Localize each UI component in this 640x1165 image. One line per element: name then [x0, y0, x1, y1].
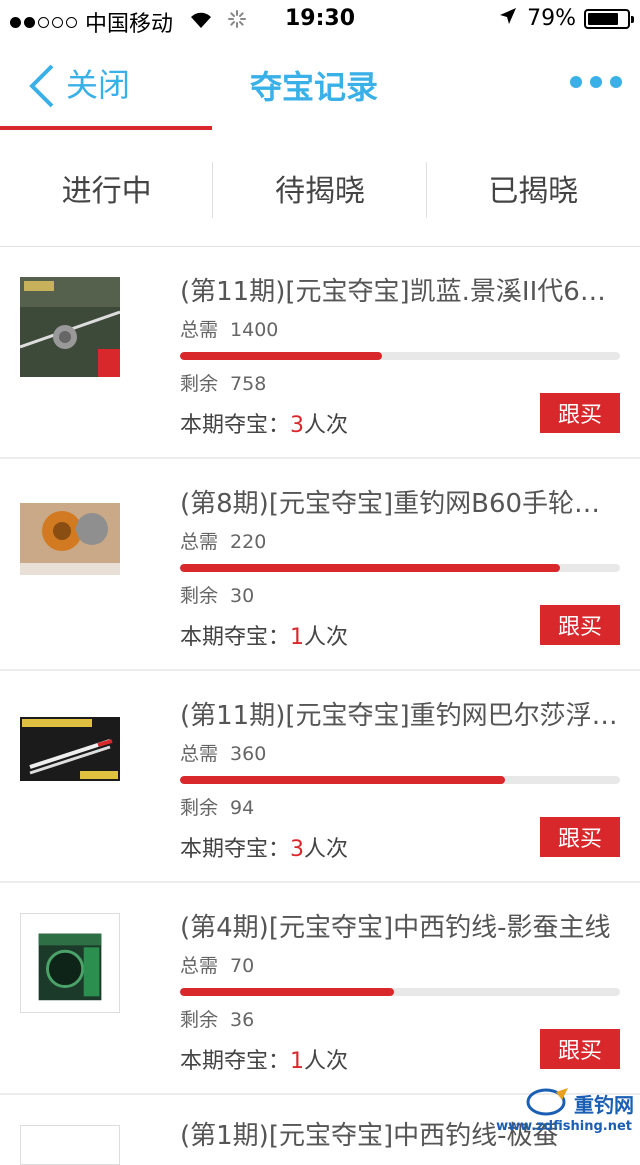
list-item[interactable]: (第8期)[元宝夺宝]重钓网B60手轮渔线轮 总需 220 剩余 30 本期夺宝：1…: [0, 459, 640, 671]
list-item[interactable]: (第4期)[元宝夺宝]中西钓线-影蚕主线 总需 70 剩余 36 本期夺宝：1人次 …: [0, 883, 640, 1095]
remain-row: 剩余 36: [180, 1005, 254, 1032]
item-title[interactable]: (第8期)[元宝夺宝]重钓网B60手轮渔线轮: [180, 483, 620, 520]
progress-fill: [180, 564, 561, 572]
location-arrow-icon: [499, 6, 517, 31]
remain-row: 剩余 94: [180, 793, 254, 820]
battery-level: [588, 12, 619, 25]
count-suffix: 人次: [304, 625, 349, 650]
battery-percent: 79%: [527, 6, 576, 31]
remain-value: 94: [230, 797, 255, 819]
watermark-logo-icon: [526, 1086, 570, 1120]
count-number: 1: [290, 625, 305, 650]
need-label: 总需: [180, 955, 219, 977]
count-prefix: 本期夺宝：: [180, 837, 291, 862]
more-options-button[interactable]: [570, 76, 622, 88]
participation-count: 本期夺宝：1人次: [180, 619, 348, 651]
remain-value: 36: [230, 1009, 255, 1031]
remain-row: 剩余 30: [180, 581, 254, 608]
product-thumbnail[interactable]: [20, 1125, 120, 1165]
item-title[interactable]: (第4期)[元宝夺宝]中西钓线-影蚕主线: [180, 907, 620, 944]
close-label: 关闭: [66, 66, 131, 104]
chevron-left-icon: [28, 64, 56, 112]
site-watermark: 重钓网: [526, 1086, 634, 1120]
count-prefix: 本期夺宝：: [180, 413, 291, 438]
tab-in-progress[interactable]: 进行中: [0, 130, 214, 246]
need-value: 70: [230, 955, 255, 977]
count-suffix: 人次: [304, 1049, 349, 1074]
battery-icon: [584, 8, 634, 29]
tab-bar: 进行中 待揭晓 已揭晓: [0, 130, 640, 247]
participation-count: 本期夺宝：1人次: [180, 1043, 348, 1075]
status-bar: 中国移动 19:30 79%: [0, 0, 640, 40]
product-thumbnail-float-set[interactable]: [20, 701, 120, 801]
tab-revealed[interactable]: 已揭晓: [427, 130, 640, 246]
count-number: 3: [290, 837, 305, 862]
progress-bar: [180, 352, 620, 360]
need-row: 总需 220: [180, 527, 266, 554]
count-number: 1: [290, 1049, 305, 1074]
watermark-url: www.zdfishing.net: [496, 1119, 632, 1134]
item-title[interactable]: (第11期)[元宝夺宝]重钓网巴尔莎浮漂套装: [180, 695, 620, 732]
count-number: 3: [290, 413, 305, 438]
remain-label: 剩余: [180, 1009, 219, 1031]
need-label: 总需: [180, 531, 219, 553]
watermark-name: 重钓网: [574, 1092, 634, 1117]
back-button[interactable]: 关闭: [28, 60, 131, 108]
count-suffix: 人次: [304, 837, 349, 862]
need-value: 1400: [230, 319, 279, 341]
remain-row: 剩余 758: [180, 369, 266, 396]
navigation-bar: 关闭 夺宝记录: [0, 40, 640, 130]
need-label: 总需: [180, 743, 219, 765]
need-label: 总需: [180, 319, 219, 341]
tab-pending-reveal[interactable]: 待揭晓: [213, 130, 427, 246]
page-title: 夺宝记录: [250, 68, 379, 106]
need-row: 总需 1400: [180, 315, 278, 342]
record-list: (第11期)[元宝夺宝]凯蓝.景溪II代6米3.6米调... 总需 1400 剩余…: [0, 247, 640, 1165]
progress-bar: [180, 776, 620, 784]
product-thumbnail-fishing-rod[interactable]: [20, 277, 120, 377]
remain-label: 剩余: [180, 797, 219, 819]
product-thumbnail-fishing-reel[interactable]: [20, 489, 120, 589]
follow-buy-button[interactable]: 跟买: [540, 817, 620, 857]
need-row: 总需 360: [180, 739, 266, 766]
remain-label: 剩余: [180, 373, 219, 395]
list-item[interactable]: (第11期)[元宝夺宝]凯蓝.景溪II代6米3.6米调... 总需 1400 剩余…: [0, 247, 640, 459]
progress-bar: [180, 564, 620, 572]
status-right: 79%: [499, 6, 634, 31]
more-dot-icon: [590, 76, 602, 88]
product-thumbnail-fishing-line[interactable]: [20, 913, 120, 1013]
count-prefix: 本期夺宝：: [180, 1049, 291, 1074]
participation-count: 本期夺宝：3人次: [180, 831, 348, 863]
follow-buy-button[interactable]: 跟买: [540, 393, 620, 433]
remain-value: 30: [230, 585, 255, 607]
progress-fill: [180, 988, 394, 996]
need-row: 总需 70: [180, 951, 254, 978]
need-value: 220: [230, 531, 267, 553]
participation-count: 本期夺宝：3人次: [180, 407, 348, 439]
follow-buy-button[interactable]: 跟买: [540, 1029, 620, 1069]
count-suffix: 人次: [304, 413, 349, 438]
more-dot-icon: [610, 76, 622, 88]
item-title[interactable]: (第11期)[元宝夺宝]凯蓝.景溪II代6米3.6米调...: [180, 271, 620, 308]
progress-bar: [180, 988, 620, 996]
list-item[interactable]: (第11期)[元宝夺宝]重钓网巴尔莎浮漂套装 总需 360 剩余 94 本期夺宝：3…: [0, 671, 640, 883]
more-dot-icon: [570, 76, 582, 88]
count-prefix: 本期夺宝：: [180, 625, 291, 650]
follow-buy-button[interactable]: 跟买: [540, 605, 620, 645]
need-value: 360: [230, 743, 267, 765]
progress-fill: [180, 352, 382, 360]
progress-fill: [180, 776, 506, 784]
remain-label: 剩余: [180, 585, 219, 607]
remain-value: 758: [230, 373, 267, 395]
